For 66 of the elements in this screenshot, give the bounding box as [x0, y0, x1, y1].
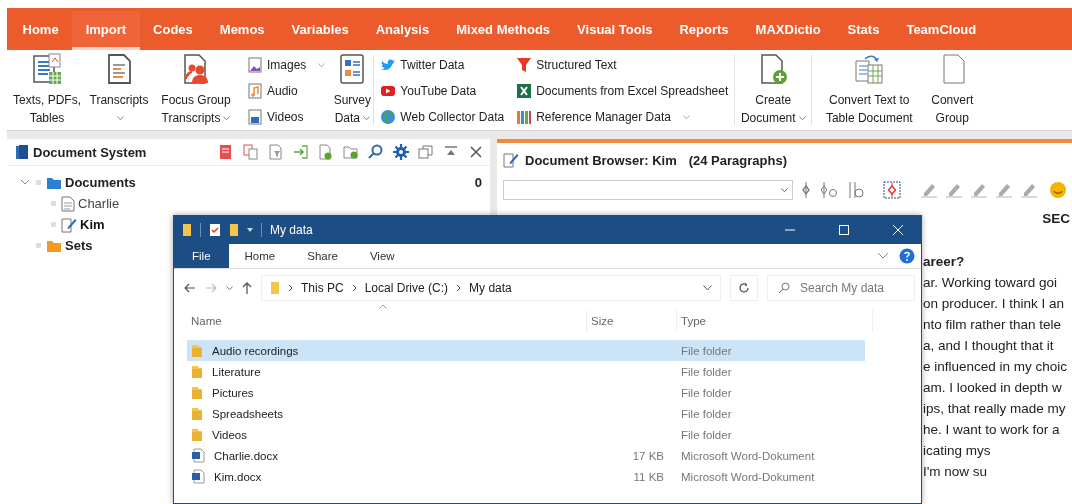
tree-item[interactable]: Sets: [65, 238, 93, 253]
window-title: My data: [270, 223, 314, 237]
ribbon-button[interactable]: Convert Text to Table Document: [812, 50, 927, 127]
tree-item[interactable]: Kim: [80, 217, 105, 232]
file-type: File folder: [681, 365, 732, 378]
tree-item[interactable]: Charlie: [78, 196, 120, 211]
document-text: icating mys: [923, 443, 991, 458]
paragraph-count: (24 Paragraphs): [688, 152, 787, 168]
ribbon-button[interactable]: YouTube Data: [380, 80, 505, 102]
document-text: a, and I thought that it: [923, 338, 1054, 353]
file-type: File folder: [681, 428, 732, 441]
column-header[interactable]: Name: [191, 315, 222, 327]
ribbon-button[interactable]: Web Collector Data: [380, 106, 505, 128]
ribbon-tab[interactable]: Home: [228, 244, 292, 268]
document-heading: SEC: [1042, 210, 1070, 228]
document-text: nto film rather than tele: [923, 317, 1062, 332]
file-name[interactable]: Kim.docx: [214, 470, 262, 483]
file-name[interactable]: Videos: [212, 428, 247, 441]
document-text: he. I want to work for a: [923, 422, 1060, 437]
file-type: Microsoft Word-Dokument: [681, 470, 815, 483]
file-type: File folder: [681, 407, 732, 420]
file-type: File folder: [681, 386, 732, 399]
search-field[interactable]: Search My data: [767, 275, 915, 301]
column-header[interactable]: Type: [681, 315, 706, 327]
ribbon-button[interactable]: Structured Text: [516, 54, 729, 76]
document-text: ips, that really made my: [923, 401, 1066, 416]
file-size: 17 KB: [632, 449, 664, 462]
file-name[interactable]: Charlie.docx: [214, 449, 278, 462]
ribbon-button[interactable]: Create Document: [735, 50, 812, 127]
document-text: areer?: [923, 254, 965, 269]
file-name[interactable]: Literature: [212, 365, 261, 378]
ribbon-button[interactable]: Reference Manager Data: [516, 106, 729, 128]
document-text: on producer. I think I an: [923, 296, 1065, 311]
breadcrumb-item[interactable]: This PC: [301, 281, 344, 295]
ribbon-tab[interactable]: Share: [291, 244, 354, 268]
ribbon-button[interactable]: Focus Group Transcripts: [151, 50, 241, 127]
ribbon-button[interactable]: Survey Data: [331, 50, 374, 127]
document-text: am. I looked in depth w: [923, 380, 1062, 395]
document-text: e influenced in my choic: [923, 359, 1068, 374]
document-text: ar. Working toward goi: [923, 275, 1058, 290]
ribbon-button[interactable]: Images: [247, 54, 326, 76]
selected-row[interactable]: Audio recordings File folder: [187, 340, 865, 361]
column-header[interactable]: Size: [591, 315, 614, 327]
address-bar[interactable]: This PC Local Drive (C:) My data: [261, 275, 721, 301]
tree-item[interactable]: Documents: [65, 175, 136, 190]
file-name[interactable]: Audio recordings: [212, 344, 299, 357]
panel-title: Document System: [33, 144, 148, 160]
breadcrumb-item[interactable]: Local Drive (C:): [364, 281, 449, 295]
breadcrumb-item[interactable]: My data: [469, 281, 512, 295]
ribbon-button[interactable]: Texts, PDFs, Tables: [7, 50, 87, 127]
ribbon-tab[interactable]: View: [353, 244, 411, 268]
ribbon-button[interactable]: Videos: [247, 106, 326, 128]
file-name[interactable]: Spreadsheets: [212, 407, 283, 420]
ribbon-button[interactable]: Twitter Data: [380, 54, 505, 76]
ribbon-button[interactable]: Audio: [247, 80, 326, 102]
ribbon-button[interactable]: Transcripts: [87, 50, 151, 127]
document-text: I'm now su: [923, 464, 988, 479]
ribbon-button[interactable]: Convert Group: [926, 50, 979, 127]
panel-title: Document Browser: Kim: [525, 152, 677, 168]
file-type: File folder: [681, 344, 732, 357]
ribbon-button[interactable]: Documents from Excel Spreadsheet: [516, 80, 729, 102]
file-name[interactable]: Pictures: [212, 386, 254, 399]
file-size: 11 KB: [633, 470, 664, 483]
ribbon-tab[interactable]: File: [174, 244, 229, 268]
count: 0: [474, 175, 483, 190]
file-type: Microsoft Word-Dokument: [681, 449, 815, 462]
